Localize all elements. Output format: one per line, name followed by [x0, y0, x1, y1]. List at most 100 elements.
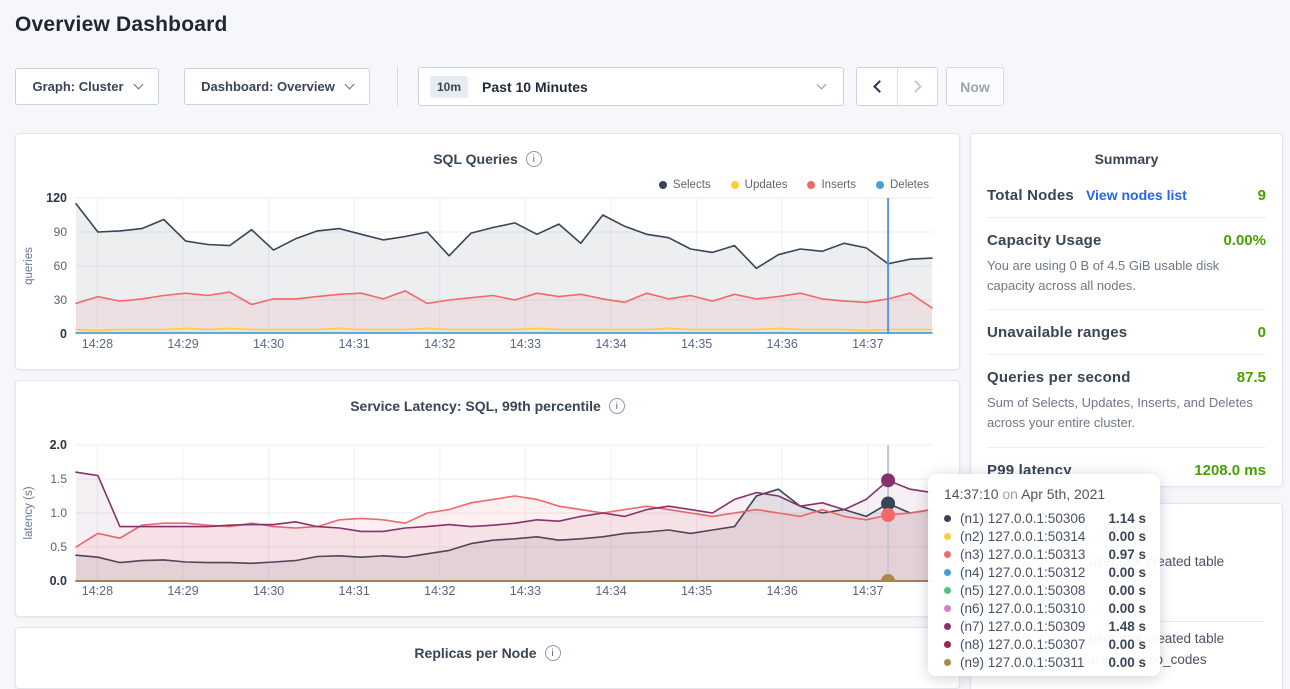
tooltip-row: (n2) 127.0.0.1:503140.00 s: [944, 527, 1146, 545]
info-icon[interactable]: i: [545, 645, 561, 661]
legend-dot-icon: [659, 181, 667, 189]
chevron-left-icon: [873, 80, 886, 93]
summary-title: Summary: [987, 134, 1266, 173]
svg-text:60: 60: [54, 259, 68, 273]
page-title: Overview Dashboard: [15, 13, 228, 37]
summary-row: Queries per second87.5Sum of Selects, Up…: [987, 354, 1266, 446]
tooltip-node-value: 0.97 s: [1108, 547, 1146, 562]
dashboard-dropdown-label: Dashboard: Overview: [201, 79, 335, 94]
tooltip-node-label: (n5) 127.0.0.1:50308: [960, 583, 1085, 598]
svg-text:0.5: 0.5: [50, 540, 67, 554]
time-prev-button[interactable]: [857, 68, 897, 105]
series-dot-icon: [944, 587, 951, 594]
time-range-label: Past 10 Minutes: [482, 79, 588, 95]
series-dot-icon: [944, 569, 951, 576]
svg-text:14:34: 14:34: [595, 584, 626, 598]
tooltip-node-value: 1.14 s: [1108, 511, 1146, 526]
svg-text:14:31: 14:31: [339, 337, 370, 351]
tooltip-timestamp: 14:37:10 on Apr 5th, 2021: [944, 486, 1146, 502]
series-dot-icon: [944, 623, 951, 630]
chart-title: SQL Queries i: [16, 151, 959, 167]
sql-queries-panel: SQL Queries i SelectsUpdatesInsertsDelet…: [15, 133, 960, 370]
svg-text:14:35: 14:35: [681, 337, 712, 351]
now-button[interactable]: Now: [946, 67, 1004, 106]
summary-value: 87.5: [1237, 369, 1266, 386]
service-latency-panel: Service Latency: SQL, 99th percentile i …: [15, 380, 960, 617]
series-dot-icon: [944, 515, 951, 522]
chart-title: Replicas per Node i: [16, 645, 959, 661]
svg-text:14:29: 14:29: [167, 584, 198, 598]
tooltip-node-label: (n9) 127.0.0.1:50311: [960, 655, 1084, 670]
summary-label: Capacity Usage: [987, 232, 1102, 249]
tooltip-node-label: (n7) 127.0.0.1:50309: [960, 619, 1085, 634]
summary-description: Sum of Selects, Updates, Inserts, and De…: [987, 393, 1266, 433]
summary-row: Total NodesView nodes list9: [987, 173, 1266, 217]
legend-dot-icon: [807, 181, 815, 189]
summary-value: 0.00%: [1223, 232, 1266, 249]
svg-text:14:30: 14:30: [253, 337, 284, 351]
time-range-badge: 10m: [430, 76, 468, 98]
chevron-right-icon: [909, 80, 922, 93]
time-nav-group: [856, 67, 938, 106]
tooltip-node-value: 0.00 s: [1108, 655, 1146, 670]
svg-text:14:36: 14:36: [767, 584, 798, 598]
svg-text:14:28: 14:28: [82, 337, 113, 351]
chevron-down-icon: [344, 80, 354, 90]
svg-text:14:37: 14:37: [852, 584, 883, 598]
svg-text:0.0: 0.0: [50, 574, 67, 588]
tooltip-node-value: 0.00 s: [1108, 529, 1146, 544]
tooltip-row: (n7) 127.0.0.1:50309 1.48 s: [944, 618, 1146, 636]
svg-text:queries: queries: [23, 247, 35, 285]
tooltip-row: (n5) 127.0.0.1:503080.00 s: [944, 581, 1146, 599]
tooltip-node-value: 0.00 s: [1108, 565, 1146, 580]
tooltip-node-label: (n3) 127.0.0.1:50313: [960, 547, 1085, 562]
tooltip-node-value: 0.00 s: [1108, 601, 1146, 616]
series-dot-icon: [944, 641, 951, 648]
summary-label: Unavailable ranges: [987, 324, 1127, 341]
svg-text:1.5: 1.5: [50, 472, 67, 486]
series-dot-icon: [944, 551, 951, 558]
svg-text:14:33: 14:33: [510, 584, 541, 598]
chart-hover-tooltip: 14:37:10 on Apr 5th, 2021 (n1) 127.0.0.1:…: [928, 474, 1160, 676]
svg-text:1.0: 1.0: [50, 506, 67, 520]
summary-value: 1208.0 ms: [1194, 462, 1266, 479]
tooltip-row: (n3) 127.0.0.1:50313 0.97 s: [944, 545, 1146, 563]
info-icon[interactable]: i: [609, 398, 625, 414]
svg-text:14:33: 14:33: [510, 337, 541, 351]
svg-text:latency (s): latency (s): [23, 486, 35, 539]
svg-text:14:31: 14:31: [339, 584, 370, 598]
info-icon[interactable]: i: [526, 151, 542, 167]
chart-title: Service Latency: SQL, 99th percentile i: [16, 398, 959, 414]
tooltip-node-value: 1.48 s: [1108, 619, 1146, 634]
tooltip-node-value: 0.00 s: [1108, 637, 1146, 652]
dashboard-dropdown[interactable]: Dashboard: Overview: [184, 68, 370, 105]
sql-queries-chart[interactable]: 0 30 60 90 120 14:28 14:29 14:30 14:31 14:32 14:33…: [16, 190, 961, 362]
time-next-button[interactable]: [897, 68, 937, 105]
summary-description: You are using 0 B of 4.5 GiB usable disk…: [987, 256, 1266, 296]
svg-text:90: 90: [54, 225, 68, 239]
time-range-picker[interactable]: 10m Past 10 Minutes: [418, 67, 844, 106]
svg-text:30: 30: [54, 293, 68, 307]
svg-text:14:32: 14:32: [424, 337, 455, 351]
tooltip-row: (n8) 127.0.0.1:503070.00 s: [944, 636, 1146, 654]
legend-dot-icon: [731, 181, 739, 189]
tooltip-node-label: (n6) 127.0.0.1:50310: [960, 601, 1085, 616]
summary-card: Summary Total NodesView nodes list9Capac…: [970, 133, 1283, 487]
svg-text:0: 0: [60, 327, 67, 341]
tooltip-row: (n1) 127.0.0.1:503061.14 s: [944, 509, 1146, 527]
svg-text:14:28: 14:28: [82, 584, 113, 598]
summary-label: Total Nodes: [987, 187, 1074, 204]
chevron-down-icon: [817, 80, 827, 90]
chevron-down-icon: [133, 80, 143, 90]
summary-value: 0: [1258, 324, 1266, 341]
tooltip-row: (n9) 127.0.0.1:50311 0.00 s: [944, 654, 1146, 672]
svg-text:14:29: 14:29: [167, 337, 198, 351]
chart-title-text: Replicas per Node: [414, 645, 536, 661]
view-nodes-list-link[interactable]: View nodes list: [1086, 187, 1187, 203]
svg-text:120: 120: [46, 191, 67, 205]
graph-dropdown[interactable]: Graph: Cluster: [15, 68, 159, 105]
svg-text:14:35: 14:35: [681, 584, 712, 598]
tooltip-node-label: (n4) 127.0.0.1:50312: [960, 565, 1085, 580]
tooltip-row: (n6) 127.0.0.1:50310 0.00 s: [944, 599, 1146, 617]
service-latency-chart[interactable]: 0.00.51.01.52.014:2814:2914:3014:3114:32…: [16, 437, 961, 609]
